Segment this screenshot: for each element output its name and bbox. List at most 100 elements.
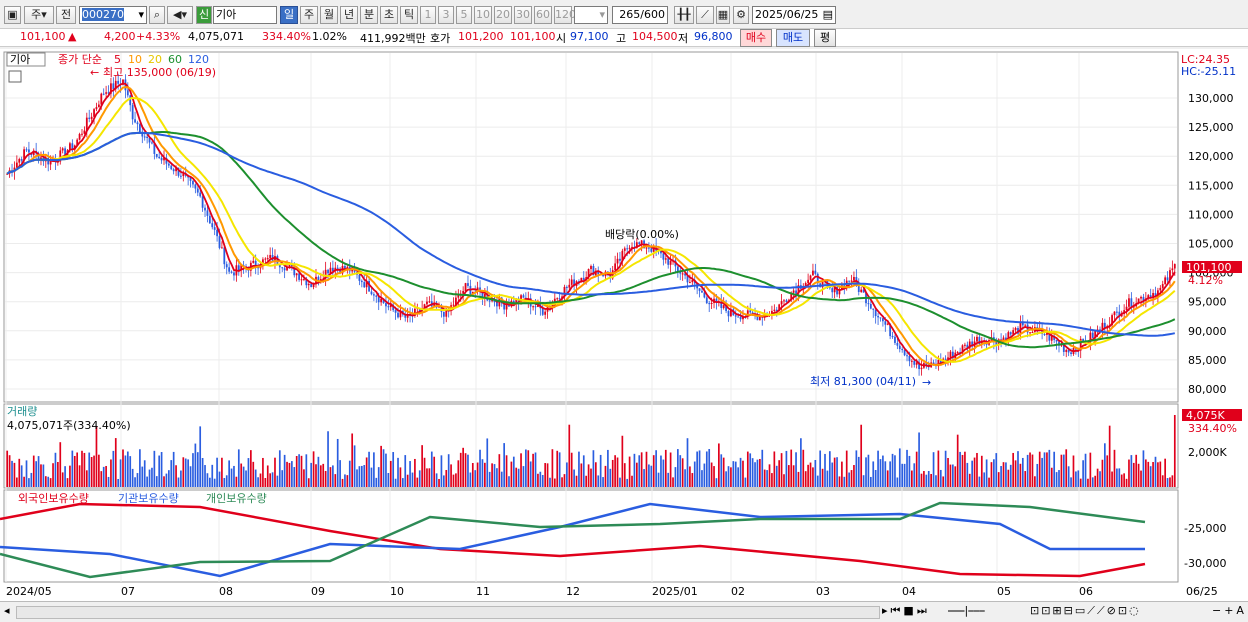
price-tick: 115,000 <box>1188 179 1234 192</box>
price-tick: 120,000 <box>1188 150 1234 163</box>
holding-tick-1: -25,000 <box>1184 522 1226 535</box>
candle-body <box>1009 332 1012 335</box>
chart-canvas[interactable]: 기아 종가 단순 5 10 20 60 120 LC:24.35 HC:-25.… <box>0 49 1248 601</box>
period-week-tab[interactable]: 주 <box>300 6 318 24</box>
scroll-left-icon[interactable]: ◂ <box>4 604 10 617</box>
chart-area[interactable]: 기아 종가 단순 5 10 20 60 120 LC:24.35 HC:-25.… <box>0 49 1248 601</box>
candle-body <box>146 136 149 139</box>
date-tick: 04 <box>902 585 916 598</box>
dividend-note: 배당락(0.00%) <box>605 228 679 241</box>
grid-icon[interactable]: ▦ <box>716 6 730 24</box>
holding-tick-2: -30,000 <box>1184 557 1226 570</box>
buy-button[interactable]: 매수 <box>740 29 772 47</box>
high-label: 고 <box>616 32 627 45</box>
interval-dropdown[interactable]: ▾ <box>574 6 608 24</box>
candle-body <box>558 298 561 300</box>
interval-120[interactable]: 120 <box>554 6 576 24</box>
bar-count: 265 <box>619 8 641 21</box>
candle-body <box>780 301 783 305</box>
change-percent: +4.33% <box>136 30 181 43</box>
ma-legend-5: 5 <box>114 53 121 66</box>
tool-icons[interactable]: ⊡⊡⊞⊟▭⟋⟋⊘⊡◌ <box>1030 604 1141 618</box>
candle-body <box>749 310 752 313</box>
volume-last-pct: 334.40% <box>1188 422 1237 435</box>
candle-body <box>269 255 272 259</box>
candle-body <box>81 133 83 135</box>
speaker-icon[interactable]: ◀▾ <box>167 6 193 24</box>
period-minute-tab[interactable]: 분 <box>360 6 378 24</box>
interval-1[interactable]: 1 <box>420 6 436 24</box>
window-menu-icon[interactable]: ▣ <box>4 6 21 24</box>
candle-body <box>853 276 855 281</box>
sell-button[interactable]: 매도 <box>776 29 810 47</box>
candle-type-icon[interactable]: ╂╂ <box>674 6 694 24</box>
candle-body <box>541 308 544 315</box>
price-panel-frame <box>3 51 1179 403</box>
interval-60[interactable]: 60 <box>534 6 552 24</box>
candle-body <box>1164 277 1167 285</box>
bar-count-input[interactable]: 265/600 <box>612 6 668 24</box>
period-day-tab[interactable]: 일 <box>280 6 298 24</box>
candle-body <box>1125 306 1128 311</box>
candle-body <box>377 296 380 303</box>
candle-body <box>303 278 305 280</box>
candle-body <box>590 266 592 270</box>
high-arrow-icon: ← <box>90 66 99 79</box>
volume-title: 거래량 <box>7 405 37 418</box>
period-tick-tab[interactable]: 틱 <box>400 6 418 24</box>
prev-button[interactable]: 전 <box>56 6 76 24</box>
candle-body <box>61 148 64 151</box>
gear-icon[interactable]: ⚙ <box>733 6 749 24</box>
date-input[interactable]: 2025/06/25 ▤ <box>752 6 836 24</box>
candle-body <box>638 242 641 245</box>
candle-body <box>872 308 875 310</box>
candle-body <box>1043 334 1046 336</box>
candle-body <box>903 350 906 356</box>
stock-name-input[interactable]: 기아 <box>213 6 277 24</box>
price-tick: 110,000 <box>1188 208 1234 221</box>
eval-button[interactable]: 평 <box>814 29 836 47</box>
stock-code-text: 000270 <box>82 8 124 21</box>
draw-tool-icon[interactable]: ⟋ <box>696 6 714 24</box>
candle-body <box>18 159 21 163</box>
zoom-icons[interactable]: −+A <box>1212 604 1247 617</box>
ma-label: 종가 단순 <box>58 53 102 66</box>
zoom-slider-icon[interactable]: ⎯⎯⎯|⎯⎯⎯ <box>948 604 985 618</box>
scroll-track[interactable] <box>16 606 880 619</box>
market-select[interactable]: 주▾ <box>24 6 54 24</box>
candle-body <box>300 279 303 281</box>
interval-30[interactable]: 30 <box>514 6 532 24</box>
candle-body <box>105 92 108 94</box>
search-icon[interactable]: ⌕ <box>149 6 165 24</box>
candle-body <box>237 265 240 271</box>
candle-body <box>616 258 619 264</box>
candle-body <box>88 117 91 119</box>
interval-5[interactable]: 5 <box>456 6 472 24</box>
candle-body <box>739 316 742 320</box>
candle-body <box>1159 287 1162 291</box>
period-second-tab[interactable]: 초 <box>380 6 398 24</box>
candle-body <box>464 283 467 292</box>
candle-body <box>385 303 387 307</box>
interval-3[interactable]: 3 <box>438 6 454 24</box>
period-month-tab[interactable]: 월 <box>320 6 338 24</box>
period-year-tab[interactable]: 년 <box>340 6 358 24</box>
candle-body <box>1173 264 1176 269</box>
candle-body <box>734 315 737 317</box>
calendar-icon[interactable]: ▤ <box>823 7 833 23</box>
candle-body <box>850 280 853 282</box>
candle-body <box>544 311 547 315</box>
candle-body <box>363 282 366 288</box>
interval-20[interactable]: 20 <box>494 6 512 24</box>
stock-code-input[interactable]: 000270 ▾ <box>79 6 147 24</box>
candle-body <box>949 351 952 358</box>
candle-body <box>664 258 667 260</box>
new-badge[interactable]: 신 <box>196 6 212 24</box>
price-change: 4,200 <box>104 30 136 43</box>
candle-body <box>898 345 901 350</box>
scroll-nav-icons[interactable]: ▸⏮■⏭ <box>882 604 930 618</box>
candle-body <box>505 305 508 310</box>
interval-10[interactable]: 10 <box>474 6 492 24</box>
low-arrow-icon: → <box>922 376 931 389</box>
candle-body <box>795 290 797 294</box>
